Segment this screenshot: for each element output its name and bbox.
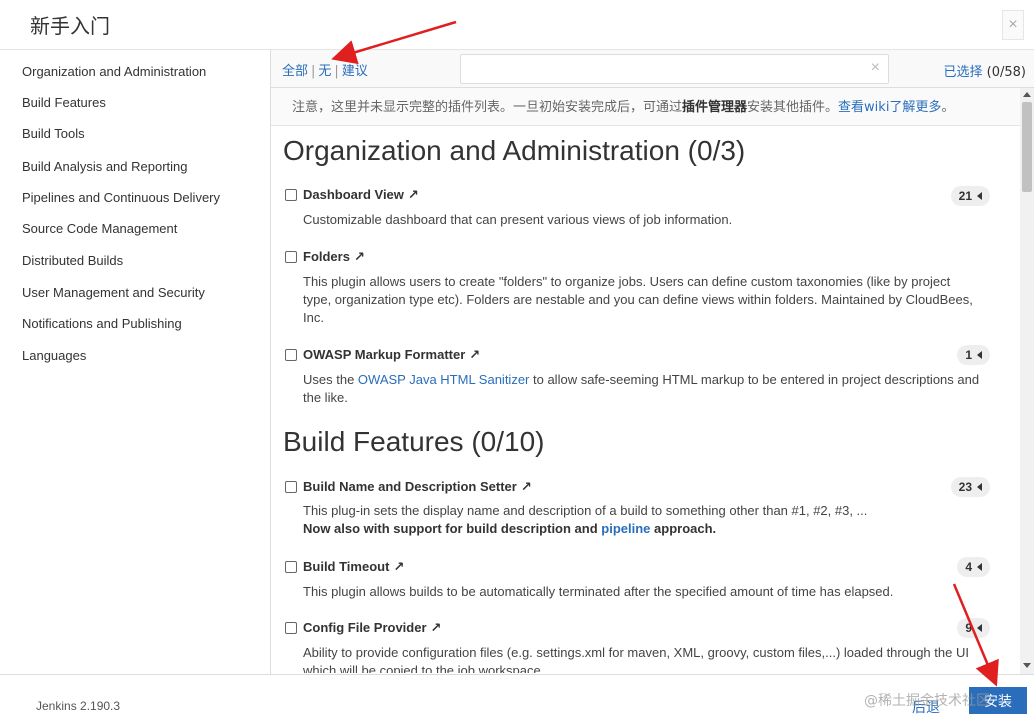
filter-links: 全部 | 无 | 建议	[282, 60, 368, 79]
sidebar-item-languages[interactable]: Languages	[22, 348, 86, 363]
selected-link[interactable]: 已选择	[944, 65, 983, 80]
filter-separator: |	[311, 64, 316, 79]
external-link-icon: ↗	[407, 187, 419, 202]
sidebar-item-user-management-and-security[interactable]: User Management and Security	[22, 285, 205, 300]
jenkins-version: Jenkins 2.190.3	[36, 699, 121, 713]
dialog-title: 新手入门	[30, 14, 110, 38]
selected-count: 已选择 (0/58)	[944, 61, 1027, 80]
expand-left-icon	[977, 624, 982, 632]
dependency-count-badge[interactable]: 21	[950, 186, 990, 206]
dependency-count-badge[interactable]: 9	[957, 618, 990, 638]
filter-all-link[interactable]: 全部	[282, 64, 308, 79]
notice-plugin-manager: 插件管理器	[682, 100, 748, 115]
vertical-scrollbar[interactable]	[1020, 88, 1034, 674]
scroll-thumb[interactable]	[1022, 102, 1032, 192]
sidebar-item-pipelines-and-continuous-delivery[interactable]: Pipelines and Continuous Delivery	[22, 190, 220, 205]
dialog-titlebar: 新手入门 ×	[0, 0, 1034, 50]
expand-left-icon	[977, 483, 982, 491]
owasp-sanitizer-link[interactable]: OWASP Java HTML Sanitizer	[358, 372, 529, 387]
category-sidebar: Organization and Administration Build Fe…	[0, 50, 271, 674]
plugin-checkbox[interactable]	[285, 561, 297, 573]
plugin-description: Ability to provide configuration files (…	[303, 645, 969, 673]
sidebar-item-source-code-management[interactable]: Source Code Management	[22, 221, 177, 236]
filter-separator: |	[334, 64, 339, 79]
plugin-checkbox[interactable]	[285, 251, 297, 263]
expand-left-icon	[977, 351, 982, 359]
notice-prefix: 注意，这里并未显示完整的插件列表。一旦初始安装完成后，可通过	[292, 100, 683, 115]
filter-none-link[interactable]: 无	[318, 64, 331, 79]
plugin-name[interactable]: OWASP Markup Formatter ↗	[303, 347, 480, 363]
notice-banner: 注意，这里并未显示完整的插件列表。一旦初始安装完成后，可通过插件管理器安装其他插…	[271, 88, 1020, 126]
plugin-checkbox[interactable]	[285, 349, 297, 361]
dependency-count-badge[interactable]: 4	[957, 557, 990, 577]
plugin-name[interactable]: Build Timeout ↗	[303, 559, 404, 575]
plugin-description: This plugin allows builds to be automati…	[303, 584, 894, 599]
filter-suggested-link[interactable]: 建议	[342, 64, 368, 79]
plugin-search-input[interactable]: ×	[460, 54, 889, 84]
plugin-name[interactable]: Config File Provider ↗	[303, 620, 441, 636]
scroll-up-icon[interactable]	[1023, 92, 1031, 97]
external-link-icon: ↗	[469, 347, 481, 362]
plugin-name[interactable]: Dashboard View ↗	[303, 187, 419, 203]
plugin-description: Customizable dashboard that can present …	[303, 212, 733, 227]
wiki-link[interactable]: 查看wiki了解更多	[838, 100, 941, 115]
plugin-checkbox[interactable]	[285, 189, 297, 201]
sidebar-item-build-tools[interactable]: Build Tools	[22, 126, 85, 141]
plugin-name[interactable]: Folders ↗	[303, 249, 365, 265]
plugin-checkbox[interactable]	[285, 481, 297, 493]
sidebar-item-build-features[interactable]: Build Features	[22, 95, 106, 110]
install-button[interactable]: 安装	[969, 687, 1027, 714]
sidebar-item-organization-and-administration[interactable]: Organization and Administration	[22, 64, 206, 79]
section-title: Build Features (0/10)	[283, 426, 545, 457]
back-button[interactable]: 后退	[912, 697, 940, 714]
external-link-icon: ↗	[430, 620, 442, 635]
sidebar-item-build-analysis-and-reporting[interactable]: Build Analysis and Reporting	[22, 159, 188, 174]
section-title: Organization and Administration (0/3)	[283, 135, 746, 166]
pipeline-link[interactable]: pipeline	[601, 521, 650, 536]
notice-suffix: 。	[941, 100, 955, 115]
plugin-description: This plug-in sets the display name and d…	[303, 503, 868, 536]
expand-left-icon	[977, 192, 982, 200]
notice-middle: 安装其他插件。	[747, 100, 839, 115]
plugin-name[interactable]: Build Name and Description Setter ↗	[303, 479, 532, 495]
external-link-icon: ↗	[393, 559, 405, 574]
selected-count-value: (0/58)	[986, 65, 1026, 80]
close-icon[interactable]: ×	[1002, 10, 1024, 40]
dependency-count-badge[interactable]: 23	[950, 477, 990, 497]
plugin-checkbox[interactable]	[285, 622, 297, 634]
dialog-footer: Jenkins 2.190.3 后退 安装 @稀土掘金技术社区	[0, 674, 1034, 714]
external-link-icon: ↗	[520, 479, 532, 494]
sidebar-item-distributed-builds[interactable]: Distributed Builds	[22, 253, 123, 268]
scroll-down-icon[interactable]	[1023, 663, 1031, 668]
dependency-count-badge[interactable]: 1	[957, 345, 990, 365]
plugin-description: Uses the OWASP Java HTML Sanitizer to al…	[303, 372, 980, 405]
plugin-list: Organization and Administration (0/3) Da…	[271, 127, 1020, 673]
external-link-icon: ↗	[353, 249, 365, 264]
clear-search-icon[interactable]: ×	[871, 59, 880, 77]
plugin-description: This plugin allows users to create "fold…	[303, 274, 973, 325]
expand-left-icon	[977, 563, 982, 571]
plugin-toolbar: 全部 | 无 | 建议 × 已选择 (0/58)	[271, 50, 1034, 88]
sidebar-item-notifications-and-publishing[interactable]: Notifications and Publishing	[22, 316, 182, 331]
